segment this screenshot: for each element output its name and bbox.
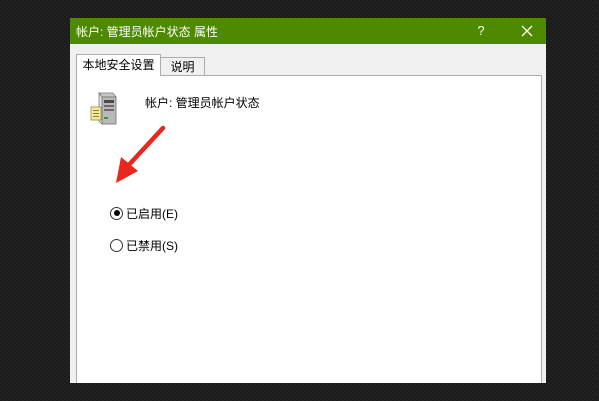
enabled-radio-label[interactable]: 已启用(E) (126, 205, 178, 222)
window-title: 帐户: 管理员帐户状态 属性 (76, 25, 219, 39)
red-arrow-annotation (116, 125, 166, 183)
tab-local-security-setting[interactable]: 本地安全设置 (76, 54, 161, 76)
enabled-radio[interactable] (110, 206, 123, 220)
policy-name-label: 帐户: 管理员帐户状态 (145, 96, 260, 110)
help-button[interactable]: ? (464, 18, 498, 44)
disabled-radio[interactable] (110, 238, 123, 252)
close-button[interactable] (510, 18, 544, 44)
disabled-radio-label[interactable]: 已禁用(S) (126, 237, 178, 254)
disabled-radio-option[interactable]: 已禁用(S) (110, 237, 178, 253)
title-bar[interactable]: 帐户: 管理员帐户状态 属性 ? (70, 18, 546, 44)
enabled-radio-option[interactable]: 已启用(E) (110, 205, 178, 221)
server-icon (90, 91, 117, 125)
tab-panel: 帐户: 管理员帐户状态 已启用(E) 已禁用(S) (76, 75, 542, 383)
radio-selected-dot (113, 210, 120, 216)
close-icon (521, 25, 533, 37)
tab-explain[interactable]: 说明 (161, 57, 205, 76)
properties-dialog: 帐户: 管理员帐户状态 属性 ? 本地安全设置 说明 帐户: 管理员帐户状态 已… (70, 18, 546, 383)
